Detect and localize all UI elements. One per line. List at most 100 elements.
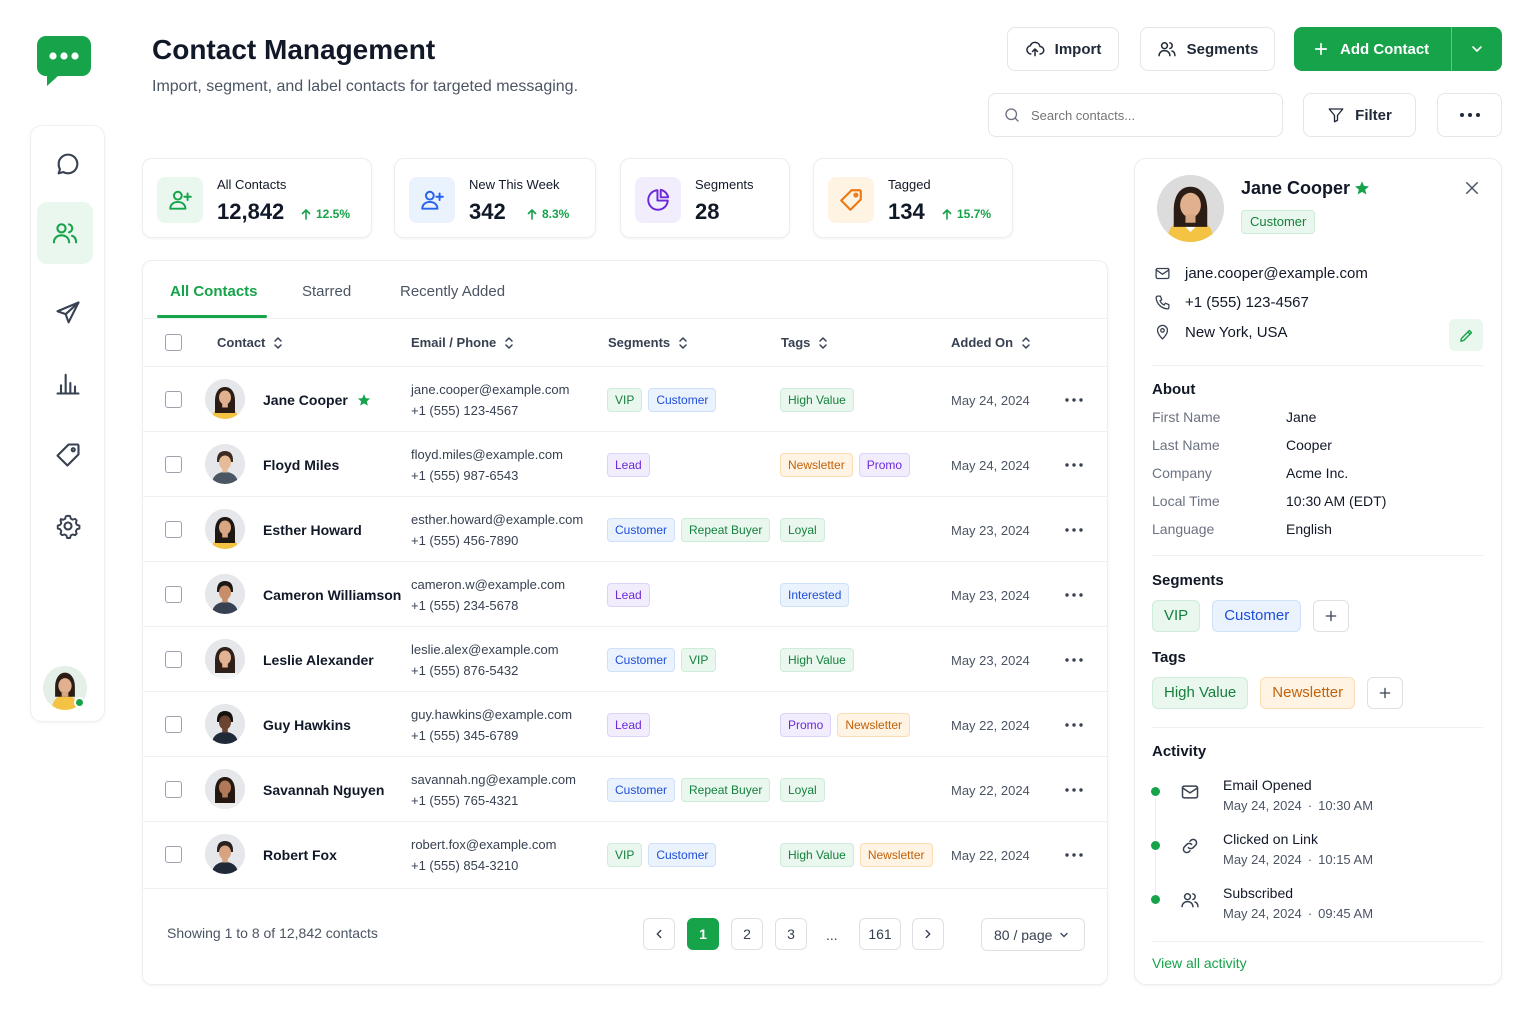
contact-name[interactable]: Jane Cooper [263, 392, 348, 408]
col-tags[interactable]: Tags [781, 335, 828, 350]
row-checkbox[interactable] [165, 846, 182, 863]
nav-campaigns[interactable] [37, 282, 99, 344]
col-added-on[interactable]: Added On [951, 335, 1031, 350]
row-checkbox[interactable] [165, 651, 182, 668]
activity-icon [1180, 836, 1200, 856]
nav-settings[interactable] [37, 495, 99, 557]
row-checkbox[interactable] [165, 781, 182, 798]
contact-phone: +1 (555) 123-4567 [411, 403, 519, 418]
segment-pill: Customer [648, 843, 717, 867]
search-input[interactable] [1031, 107, 1261, 123]
detail-email[interactable]: jane.cooper@example.com [1185, 265, 1368, 282]
add-tag-button[interactable] [1367, 677, 1404, 709]
contact-name[interactable]: Floyd Miles [263, 457, 339, 473]
row-actions-button[interactable] [1062, 588, 1086, 602]
row-actions-button[interactable] [1062, 848, 1086, 862]
star-icon[interactable] [357, 393, 371, 407]
about-label: Local Time [1152, 493, 1220, 509]
table-row[interactable]: Esther Howard esther.howard@example.com … [142, 496, 1108, 561]
row-checkbox[interactable] [165, 586, 182, 603]
row-tags: Loyal [780, 778, 831, 802]
arrow-up-icon [942, 208, 952, 220]
col-contact[interactable]: Contact [217, 335, 283, 350]
segment-chip[interactable]: VIP [1152, 600, 1201, 632]
page-3[interactable]: 3 [775, 918, 807, 950]
contact-name[interactable]: Esther Howard [263, 522, 362, 538]
contact-name[interactable]: Guy Hawkins [263, 717, 351, 733]
col-email-phone[interactable]: Email / Phone [411, 335, 514, 350]
contact-name[interactable]: Robert Fox [263, 847, 337, 863]
edit-contact-button[interactable] [1449, 319, 1483, 351]
detail-phone[interactable]: +1 (555) 123-4567 [1185, 294, 1309, 311]
avatar [205, 704, 245, 744]
add-segment-button[interactable] [1313, 600, 1350, 632]
import-button[interactable]: Import [1007, 27, 1119, 71]
added-on: May 24, 2024 [951, 458, 1030, 473]
row-actions-button[interactable] [1062, 653, 1086, 667]
nav-tags[interactable] [37, 424, 99, 486]
next-page-button[interactable] [912, 918, 944, 950]
nav-contacts[interactable] [37, 202, 93, 264]
table-row[interactable]: Jane Cooper jane.cooper@example.com +1 (… [142, 366, 1108, 431]
link-icon [1182, 838, 1198, 854]
table-row[interactable]: Guy Hawkins guy.hawkins@example.com +1 (… [142, 691, 1108, 756]
select-all-checkbox[interactable] [165, 334, 182, 351]
pie-chart-icon [635, 177, 681, 223]
tab-recently-added[interactable]: Recently Added [400, 283, 505, 300]
page-subtitle: Import, segment, and label contacts for … [152, 78, 579, 95]
row-actions-button[interactable] [1062, 458, 1086, 472]
row-segments: Lead [607, 583, 656, 607]
prev-page-button[interactable] [643, 918, 675, 950]
tag-chip[interactable]: High Value [1152, 677, 1249, 709]
row-actions-button[interactable] [1062, 718, 1086, 732]
table-row[interactable]: Robert Fox robert.fox@example.com +1 (55… [142, 821, 1108, 886]
plus-icon [1314, 42, 1328, 56]
row-checkbox[interactable] [165, 716, 182, 733]
row-actions-button[interactable] [1062, 523, 1086, 537]
segment-chip[interactable]: Customer [1212, 600, 1302, 632]
page-2[interactable]: 2 [731, 918, 763, 950]
avatar [205, 639, 245, 679]
row-actions-button[interactable] [1062, 783, 1086, 797]
page-ellipsis: ... [826, 927, 838, 943]
tab-starred[interactable]: Starred [302, 283, 351, 300]
row-checkbox[interactable] [165, 456, 182, 473]
tab-all-contacts[interactable]: All Contacts [170, 283, 258, 300]
per-page-select[interactable]: 80 / page [981, 918, 1085, 951]
filter-button[interactable]: Filter [1303, 93, 1416, 137]
timeline-line [1155, 852, 1156, 894]
timeline-dot [1151, 895, 1160, 904]
tag-chip[interactable]: Newsletter [1260, 677, 1356, 709]
added-on: May 23, 2024 [951, 653, 1030, 668]
nav-chat[interactable] [37, 133, 99, 195]
table-row[interactable]: Leslie Alexander leslie.alex@example.com… [142, 626, 1108, 691]
page-161[interactable]: 161 [859, 918, 901, 950]
contact-name[interactable]: Leslie Alexander [263, 652, 374, 668]
table-row[interactable]: Floyd Miles floyd.miles@example.com +1 (… [142, 431, 1108, 496]
activity-title: Activity [1152, 743, 1207, 760]
star-icon[interactable] [1354, 180, 1370, 196]
segments-button[interactable]: Segments [1140, 27, 1275, 71]
view-all-activity-link[interactable]: View all activity [1152, 955, 1247, 971]
about-title: About [1152, 381, 1196, 398]
nav-analytics[interactable] [37, 352, 99, 414]
row-checkbox[interactable] [165, 391, 182, 408]
contact-name[interactable]: Savannah Nguyen [263, 782, 384, 798]
table-row[interactable]: Savannah Nguyen savannah.ng@example.com … [142, 756, 1108, 821]
more-options-button[interactable] [1437, 93, 1502, 137]
contact-name[interactable]: Cameron Williamson [263, 587, 401, 603]
row-tags: Promo Newsletter [780, 713, 916, 737]
add-contact-button[interactable]: Add Contact [1294, 27, 1502, 71]
gear-icon [56, 514, 81, 539]
add-contact-dropdown[interactable] [1452, 41, 1502, 57]
filter-icon [1328, 108, 1344, 123]
sort-icon [679, 336, 687, 349]
table-row[interactable]: Cameron Williamson cameron.w@example.com… [142, 561, 1108, 626]
tag-icon [56, 443, 80, 467]
row-checkbox[interactable] [165, 521, 182, 538]
search-box[interactable] [988, 93, 1283, 137]
row-actions-button[interactable] [1062, 393, 1086, 407]
col-segments[interactable]: Segments [608, 335, 688, 350]
close-icon[interactable] [1463, 179, 1481, 197]
page-1[interactable]: 1 [687, 918, 719, 950]
